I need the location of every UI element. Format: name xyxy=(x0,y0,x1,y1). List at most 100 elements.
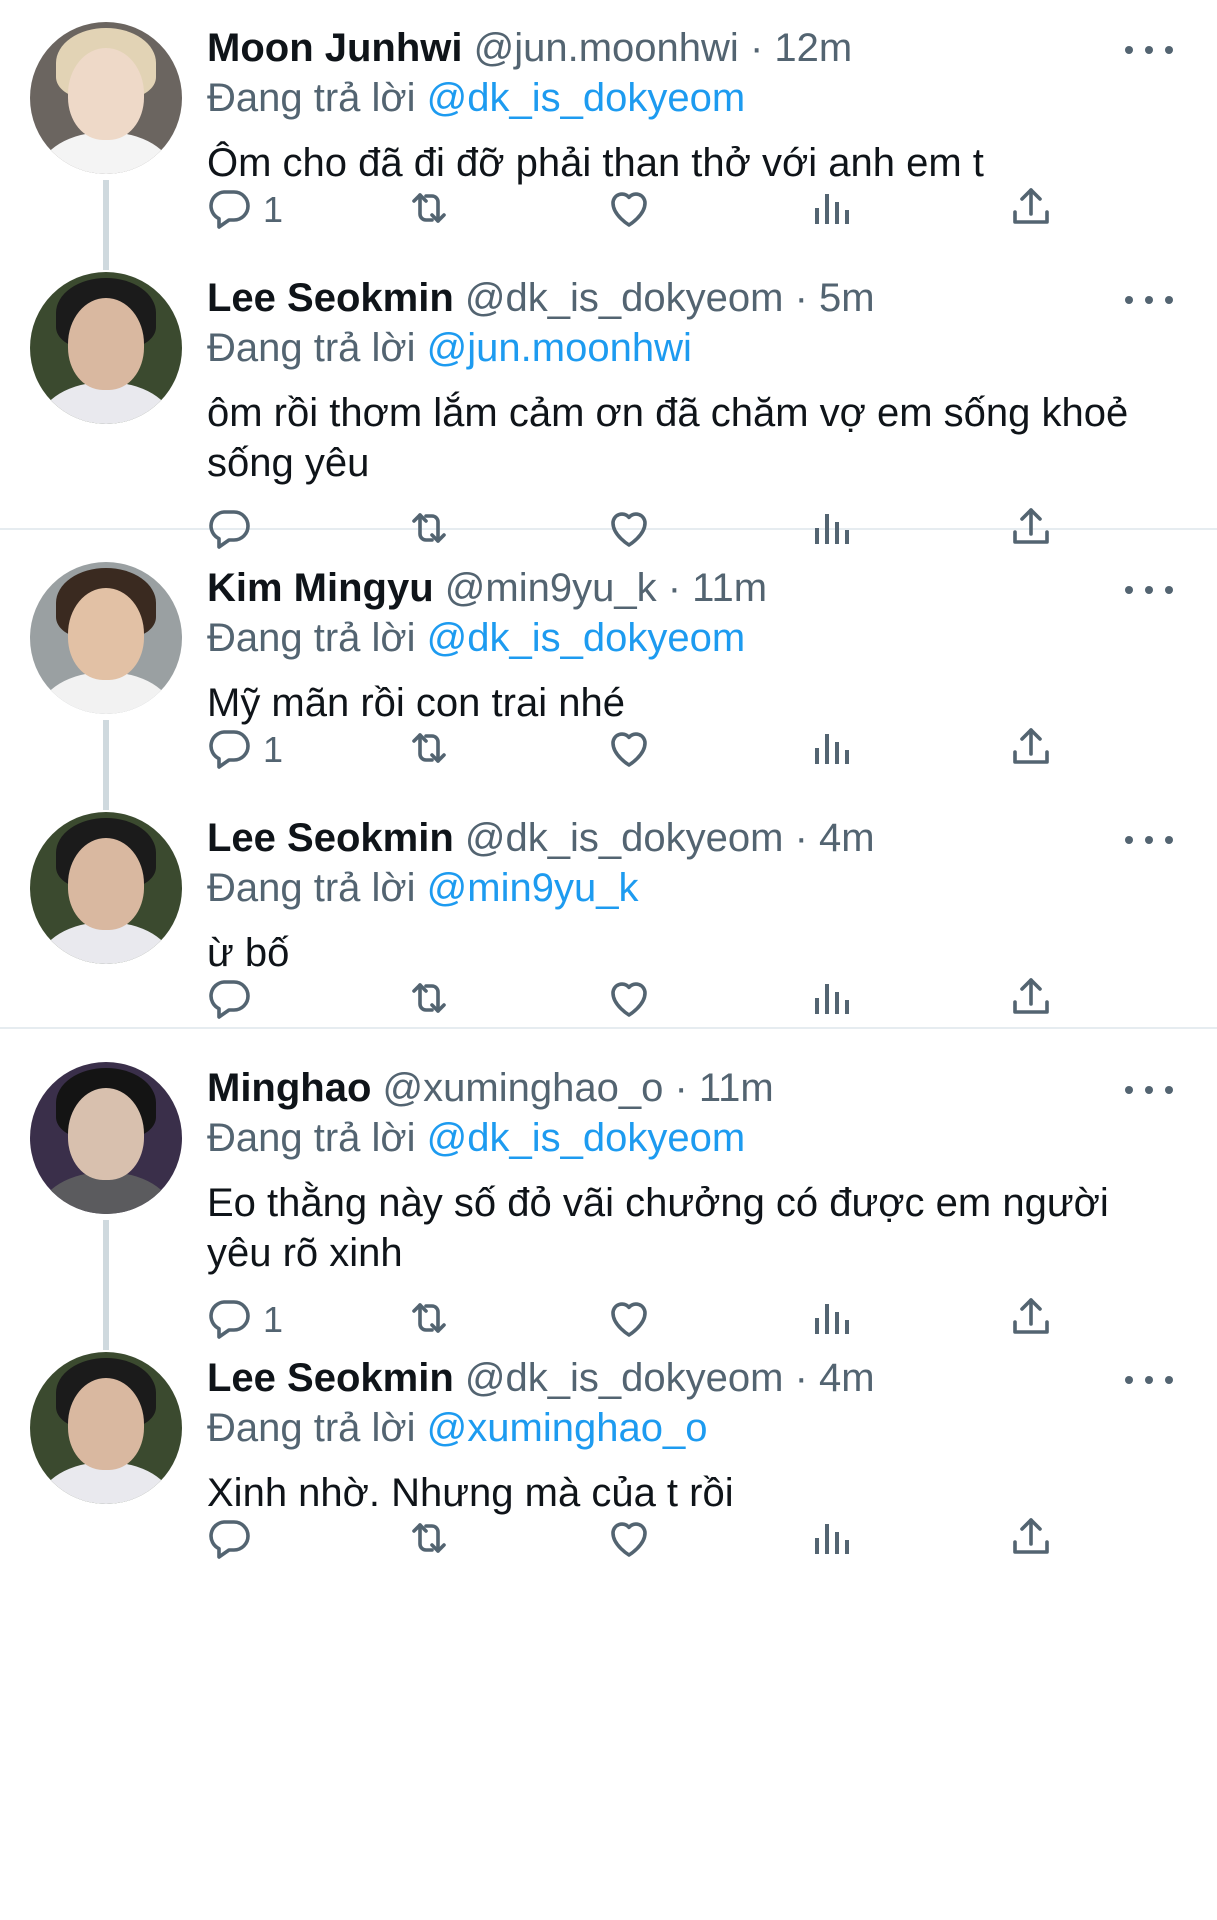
share-button[interactable] xyxy=(1007,970,1055,1030)
tweet[interactable]: Lee Seokmin @dk_is_dokyeom · 5m Đang trả… xyxy=(0,260,1217,560)
like-button[interactable] xyxy=(605,970,653,1030)
user-handle[interactable]: @dk_is_dokyeom xyxy=(465,816,784,860)
retweet-button[interactable] xyxy=(405,970,453,1030)
reply-icon xyxy=(205,184,253,237)
share-icon xyxy=(1007,724,1055,777)
reply-icon xyxy=(205,724,253,777)
avatar-face xyxy=(68,1378,144,1470)
reply-button[interactable]: 1 xyxy=(205,180,283,240)
like-icon xyxy=(605,184,653,237)
views-button[interactable] xyxy=(807,1510,855,1570)
like-button[interactable] xyxy=(605,1510,653,1570)
avatar-face xyxy=(68,588,144,680)
reply-button[interactable]: 1 xyxy=(205,720,283,780)
retweet-icon xyxy=(405,184,453,237)
share-button[interactable] xyxy=(1007,720,1055,780)
timestamp[interactable]: 4m xyxy=(819,1356,875,1400)
like-button[interactable] xyxy=(605,180,653,240)
display-name[interactable]: Lee Seokmin xyxy=(207,816,454,860)
reply-mention-link[interactable]: @dk_is_dokyeom xyxy=(427,76,746,120)
retweet-icon xyxy=(405,974,453,1027)
share-icon xyxy=(1007,184,1055,237)
user-handle[interactable]: @dk_is_dokyeom xyxy=(465,1356,784,1400)
retweet-button[interactable] xyxy=(405,1510,453,1570)
avatar[interactable] xyxy=(30,1062,182,1214)
views-icon xyxy=(807,504,855,557)
reply-button[interactable] xyxy=(205,1510,263,1570)
retweet-button[interactable] xyxy=(405,180,453,240)
tweet-header: Lee Seokmin @dk_is_dokyeom · 4m xyxy=(207,814,1137,862)
reply-count: 1 xyxy=(263,729,284,770)
reply-mention-link[interactable]: @dk_is_dokyeom xyxy=(427,1116,746,1160)
display-name[interactable]: Kim Mingyu xyxy=(207,566,434,610)
more-icon[interactable] xyxy=(1125,1360,1173,1400)
avatar[interactable] xyxy=(30,272,182,424)
user-handle[interactable]: @xuminghao_o xyxy=(383,1066,664,1110)
more-icon[interactable] xyxy=(1125,570,1173,610)
timestamp[interactable]: 11m xyxy=(692,566,767,610)
user-handle[interactable]: @dk_is_dokyeom xyxy=(465,276,784,320)
reply-mention-link[interactable]: @jun.moonhwi xyxy=(427,326,692,370)
avatar[interactable] xyxy=(30,562,182,714)
share-icon xyxy=(1007,1294,1055,1347)
more-icon[interactable] xyxy=(1125,30,1173,70)
tweet[interactable]: Lee Seokmin @dk_is_dokyeom · 4m Đang trả… xyxy=(0,1340,1217,1640)
like-icon xyxy=(605,504,653,557)
views-button[interactable] xyxy=(807,970,855,1030)
share-icon xyxy=(1007,974,1055,1027)
reply-context: Đang trả lời @dk_is_dokyeom xyxy=(207,614,745,662)
retweet-icon xyxy=(405,504,453,557)
like-button[interactable] xyxy=(605,720,653,780)
tweet-actions xyxy=(207,970,1217,1030)
separator-dot: · xyxy=(674,1066,688,1110)
separator-dot: · xyxy=(667,566,682,610)
reply-mention-link[interactable]: @min9yu_k xyxy=(427,866,639,910)
timestamp[interactable]: 4m xyxy=(819,816,875,860)
more-icon[interactable] xyxy=(1125,280,1173,320)
reply-icon xyxy=(205,504,253,557)
reply-button[interactable] xyxy=(205,970,263,1030)
display-name[interactable]: Minghao xyxy=(207,1066,371,1110)
avatar[interactable] xyxy=(30,1352,182,1504)
reply-mention-link[interactable]: @xuminghao_o xyxy=(427,1406,708,1450)
display-name[interactable]: Lee Seokmin xyxy=(207,276,454,320)
views-icon xyxy=(807,724,855,777)
tweet-header: Minghao @xuminghao_o · 11m xyxy=(207,1064,1137,1112)
share-button[interactable] xyxy=(1007,1510,1055,1570)
reply-icon xyxy=(205,974,253,1027)
tweet-text: Eo thằng này số đỏ vãi chưởng có được em… xyxy=(207,1181,1109,1275)
views-button[interactable] xyxy=(807,720,855,780)
timestamp[interactable]: 5m xyxy=(819,276,875,320)
views-icon xyxy=(807,1514,855,1567)
like-icon xyxy=(605,974,653,1027)
tweet-actions: 1 xyxy=(207,180,1217,240)
avatar-face xyxy=(68,298,144,390)
like-icon xyxy=(605,1294,653,1347)
like-icon xyxy=(605,724,653,777)
avatar[interactable] xyxy=(30,22,182,174)
timestamp[interactable]: 11m xyxy=(699,1066,774,1110)
display-name[interactable]: Lee Seokmin xyxy=(207,1356,454,1400)
more-icon[interactable] xyxy=(1125,1070,1173,1110)
views-icon xyxy=(807,184,855,237)
views-button[interactable] xyxy=(807,180,855,240)
retweet-icon xyxy=(405,1514,453,1567)
tweet-text: ôm rồi thơm lắm cảm ơn đã chăm vợ em sốn… xyxy=(207,391,1129,485)
user-handle[interactable]: @min9yu_k xyxy=(445,566,657,610)
reply-mention-link[interactable]: @dk_is_dokyeom xyxy=(427,616,746,660)
retweet-button[interactable] xyxy=(405,720,453,780)
reply-count: 1 xyxy=(263,1299,284,1340)
reply-prefix: Đang trả lời xyxy=(207,76,416,120)
timestamp[interactable]: 12m xyxy=(774,26,852,70)
reply-context: Đang trả lời @dk_is_dokyeom xyxy=(207,1114,745,1162)
tweet[interactable]: Minghao @xuminghao_o · 11m Đang trả lời … xyxy=(0,1050,1217,1350)
reply-prefix: Đang trả lời xyxy=(207,326,416,370)
reply-prefix: Đang trả lời xyxy=(207,866,416,910)
user-handle[interactable]: @jun.moonhwi xyxy=(474,26,739,70)
share-button[interactable] xyxy=(1007,180,1055,240)
more-icon[interactable] xyxy=(1125,820,1173,860)
avatar[interactable] xyxy=(30,812,182,964)
reply-icon xyxy=(205,1514,253,1567)
reply-count: 1 xyxy=(263,189,284,230)
display-name[interactable]: Moon Junhwi xyxy=(207,26,463,70)
